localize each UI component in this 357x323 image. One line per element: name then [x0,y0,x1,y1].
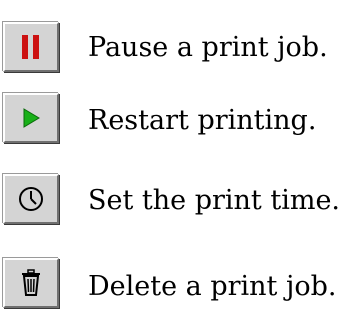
pause-icon [22,35,39,59]
action-row-delete: Delete a print job. [0,252,357,312]
action-row-pause: Pause a print job. [0,16,357,76]
delete-button[interactable] [3,258,59,308]
restart-button[interactable] [3,93,59,143]
action-row-set-time: Set the print time. [0,168,357,228]
trash-icon [22,269,40,296]
clock-icon [19,187,43,211]
pause-label: Pause a print job. [88,32,328,63]
restart-label: Restart printing. [88,105,317,136]
set-time-label: Set the print time. [88,185,341,216]
pause-button[interactable] [3,22,59,72]
action-row-restart: Restart printing. [0,87,357,147]
play-icon [23,108,40,128]
set-time-button[interactable] [3,174,59,224]
delete-label: Delete a print job. [88,271,337,302]
